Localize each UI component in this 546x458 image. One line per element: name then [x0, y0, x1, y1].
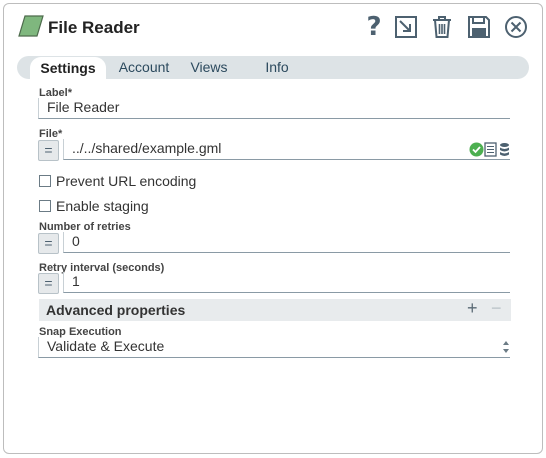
tab-account[interactable]: Account	[113, 56, 175, 79]
retry-interval-expression-toggle[interactable]: =	[38, 273, 59, 294]
tab-views[interactable]: Views	[185, 56, 233, 79]
snap-settings-dialog: File Reader ? Settings Account Views Inf…	[3, 3, 543, 454]
label-value: File Reader	[47, 99, 120, 115]
retries-input[interactable]: 0	[63, 232, 510, 253]
add-row-button[interactable]: +	[467, 298, 478, 319]
prevent-url-encoding-label: Prevent URL encoding	[56, 173, 197, 189]
snap-execution-select[interactable]: Validate & Execute	[38, 337, 510, 358]
label-input[interactable]: File Reader	[38, 98, 510, 119]
file-expression-toggle[interactable]: =	[38, 140, 59, 161]
select-arrows-icon	[503, 341, 509, 353]
retry-interval-input[interactable]: 1	[63, 272, 510, 293]
advanced-properties-section: Advanced properties + −	[39, 298, 511, 321]
advanced-properties-label: Advanced properties	[46, 302, 186, 318]
tab-settings[interactable]: Settings	[29, 56, 107, 79]
retries-expression-toggle[interactable]: =	[38, 233, 59, 254]
dialog-title: File Reader	[48, 18, 140, 37]
tab-bar: Settings Account Views Info	[17, 56, 529, 79]
retry-interval-value: 1	[72, 273, 80, 289]
enable-staging-label: Enable staging	[56, 198, 149, 214]
remove-row-button[interactable]: −	[491, 298, 502, 319]
trash-icon[interactable]	[429, 14, 455, 40]
file-input[interactable]: ../../shared/example.gml	[63, 139, 510, 160]
export-icon[interactable]	[393, 14, 419, 40]
file-caption: File*	[39, 128, 63, 140]
help-icon[interactable]: ?	[361, 14, 387, 40]
tab-info[interactable]: Info	[261, 56, 293, 79]
database-icon[interactable]	[499, 142, 510, 157]
close-icon[interactable]	[503, 14, 529, 40]
file-value: ../../shared/example.gml	[72, 140, 222, 156]
valid-check-icon	[469, 142, 484, 157]
retries-value: 0	[72, 233, 80, 249]
snap-execution-value: Validate & Execute	[47, 338, 165, 354]
file-reader-logo-icon	[18, 15, 44, 37]
dialog-header: File Reader ?	[4, 4, 542, 54]
save-icon[interactable]	[466, 14, 492, 40]
file-browse-icon[interactable]	[484, 142, 497, 157]
enable-staging-checkbox[interactable]	[39, 200, 51, 212]
prevent-url-encoding-checkbox[interactable]	[39, 175, 51, 187]
